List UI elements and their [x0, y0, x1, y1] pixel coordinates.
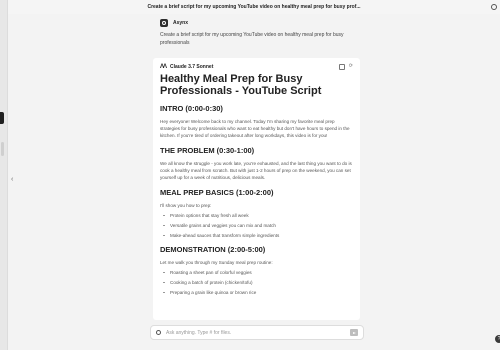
section-paragraph-problem: We all know the struggle - you work late…	[160, 161, 352, 180]
bullet-list-basics: Protein options that stay fresh all week…	[160, 213, 353, 238]
section-paragraph-demonstration: Let me walk you through my Sunday meal p…	[160, 260, 273, 265]
list-item: Cooking a batch of protein (chicken/tofu…	[163, 280, 353, 285]
section-paragraph-intro: Hey everyone! Welcome back to my channel…	[160, 119, 350, 138]
user-message-text: Create a brief script for my upcoming Yo…	[160, 32, 344, 46]
section-heading-demonstration: DEMONSTRATION (2:00-5:00)	[160, 245, 266, 254]
section-heading-basics: MEAL PREP BASICS (1:00-2:00)	[160, 188, 274, 197]
refresh-icon[interactable]: ⟳	[349, 64, 353, 70]
section-paragraph-basics: I'll show you how to prep:	[160, 203, 212, 208]
rail-active-marker[interactable]	[0, 112, 4, 124]
assistant-response: ΛΛ Claude 3.7 Sonnet ⟳ Healthy Meal Prep…	[153, 58, 360, 320]
user-name: Asynx	[173, 20, 189, 26]
copy-icon[interactable]	[338, 64, 345, 70]
top-right-controls	[491, 4, 497, 10]
prompt-bar	[150, 325, 364, 340]
avatar	[160, 19, 168, 27]
rail-marker[interactable]	[1, 142, 4, 156]
chevron-left-icon[interactable]: ‹	[11, 176, 13, 183]
gear-icon[interactable]	[491, 4, 497, 10]
bullet-list-demonstration: Roasting a sheet pan of colorful veggies…	[160, 270, 353, 295]
section-heading-intro: INTRO (0:00-0:30)	[160, 104, 223, 113]
user-message: Asynx Create a brief script for my upcom…	[160, 19, 360, 47]
left-rail	[0, 0, 8, 350]
response-title: Healthy Meal Prep for Busy Professionals…	[160, 73, 322, 97]
list-item: Versatile grains and veggies you can mix…	[163, 223, 353, 228]
model-name: Claude 3.7 Sonnet	[170, 64, 214, 70]
section-heading-problem: THE PROBLEM (0:30-1:00)	[160, 146, 255, 155]
prompt-input[interactable]	[166, 329, 345, 336]
send-button[interactable]	[350, 329, 358, 336]
send-icon	[352, 331, 356, 334]
top-bar: Create a brief script for my upcoming Yo…	[8, 0, 500, 14]
anthropic-logo-icon: ΛΛ	[160, 64, 167, 70]
list-item: Make-ahead sauces that transform simple …	[163, 233, 353, 238]
conversation-title: Create a brief script for my upcoming Yo…	[147, 4, 361, 10]
list-item: Preparing a grain like quinoa or brown r…	[163, 290, 353, 295]
list-item: Roasting a sheet pan of colorful veggies	[163, 270, 353, 275]
list-item: Protein options that stay fresh all week	[163, 213, 353, 218]
attach-icon[interactable]	[156, 330, 161, 335]
help-button[interactable]: ?	[495, 335, 500, 343]
